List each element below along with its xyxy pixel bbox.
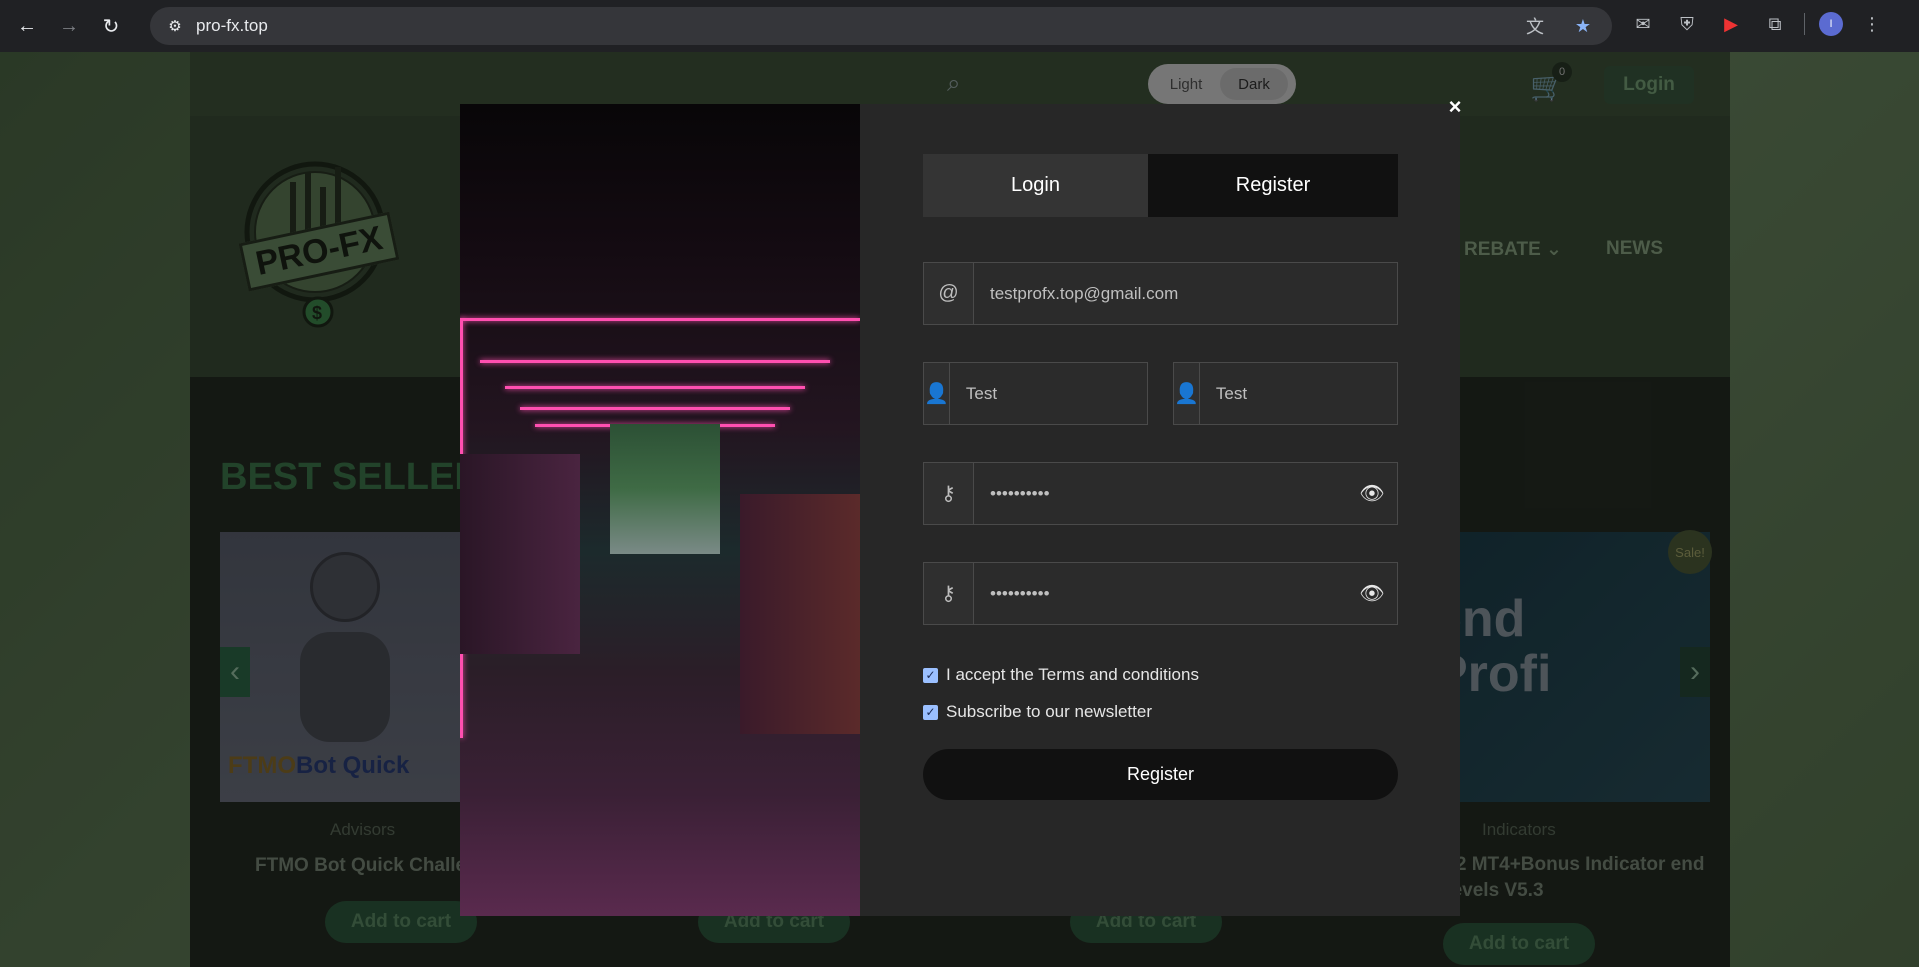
key-icon: ⚷ (924, 563, 974, 624)
user-icon: 👤 (924, 363, 950, 424)
last-name-input[interactable] (1199, 363, 1437, 424)
modal-close-button[interactable]: × (1442, 94, 1468, 120)
browser-menu-icon[interactable]: ⋮ (1857, 9, 1887, 39)
terms-checkbox[interactable]: ✓ (923, 667, 938, 683)
email-input[interactable] (974, 263, 1397, 324)
first-name-field: 👤 (923, 362, 1187, 425)
profile-avatar[interactable]: I (1819, 12, 1843, 36)
password-field: ⚷ 👁 (923, 462, 1398, 525)
mail-extension-icon[interactable]: ✉ (1628, 9, 1658, 39)
password-input[interactable] (974, 463, 1347, 524)
email-field: @ (923, 262, 1398, 325)
newsletter-checkbox[interactable]: ✓ (923, 704, 938, 720)
register-button[interactable]: Register (923, 749, 1398, 800)
terms-checkbox-row[interactable]: ✓ I accept the Terms and conditions (923, 665, 1199, 685)
media-extension-icon[interactable]: ▶ (1716, 9, 1746, 39)
first-name-input[interactable] (949, 363, 1187, 424)
address-bar[interactable]: ⚙ pro-fx.top 文 ★ (150, 7, 1612, 45)
toolbar-divider (1804, 13, 1805, 35)
puzzle-extensions-icon[interactable]: ⧉ (1760, 9, 1790, 39)
extensions-area: ✉ ⛨ ▶ ⧉ I ⋮ (1628, 9, 1887, 39)
confirm-password-input[interactable] (974, 563, 1347, 624)
site-info-icon[interactable]: ⚙ (160, 11, 190, 41)
newsletter-label[interactable]: Subscribe to our newsletter (946, 702, 1152, 722)
key-icon: ⚷ (924, 463, 974, 524)
browser-toolbar: ← → ↻ ⚙ pro-fx.top 文 ★ ✉ ⛨ ▶ ⧉ I ⋮ (0, 0, 1919, 52)
newsletter-checkbox-row[interactable]: ✓ Subscribe to our newsletter (923, 702, 1152, 722)
tab-login[interactable]: Login (923, 154, 1148, 217)
show-password-icon[interactable]: 👁 (1347, 563, 1397, 624)
last-name-field: 👤 (1173, 362, 1437, 425)
tab-register[interactable]: Register (1148, 154, 1398, 217)
url-text[interactable]: pro-fx.top (196, 16, 268, 36)
auth-tabs: Login Register (923, 154, 1398, 217)
confirm-password-field: ⚷ 👁 (923, 562, 1398, 625)
reload-button[interactable]: ↻ (96, 11, 126, 41)
modal-store-image (460, 104, 860, 916)
user-icon: 👤 (1174, 363, 1200, 424)
forward-button[interactable]: → (54, 11, 84, 41)
bookmark-star-icon[interactable]: ★ (1568, 11, 1598, 41)
shield-extension-icon[interactable]: ⛨ (1672, 9, 1702, 39)
translate-icon[interactable]: 文 (1520, 11, 1550, 41)
at-icon: @ (924, 263, 974, 324)
terms-label[interactable]: I accept the Terms and conditions (946, 665, 1199, 685)
back-button[interactable]: ← (12, 11, 42, 41)
show-password-icon[interactable]: 👁 (1347, 463, 1397, 524)
